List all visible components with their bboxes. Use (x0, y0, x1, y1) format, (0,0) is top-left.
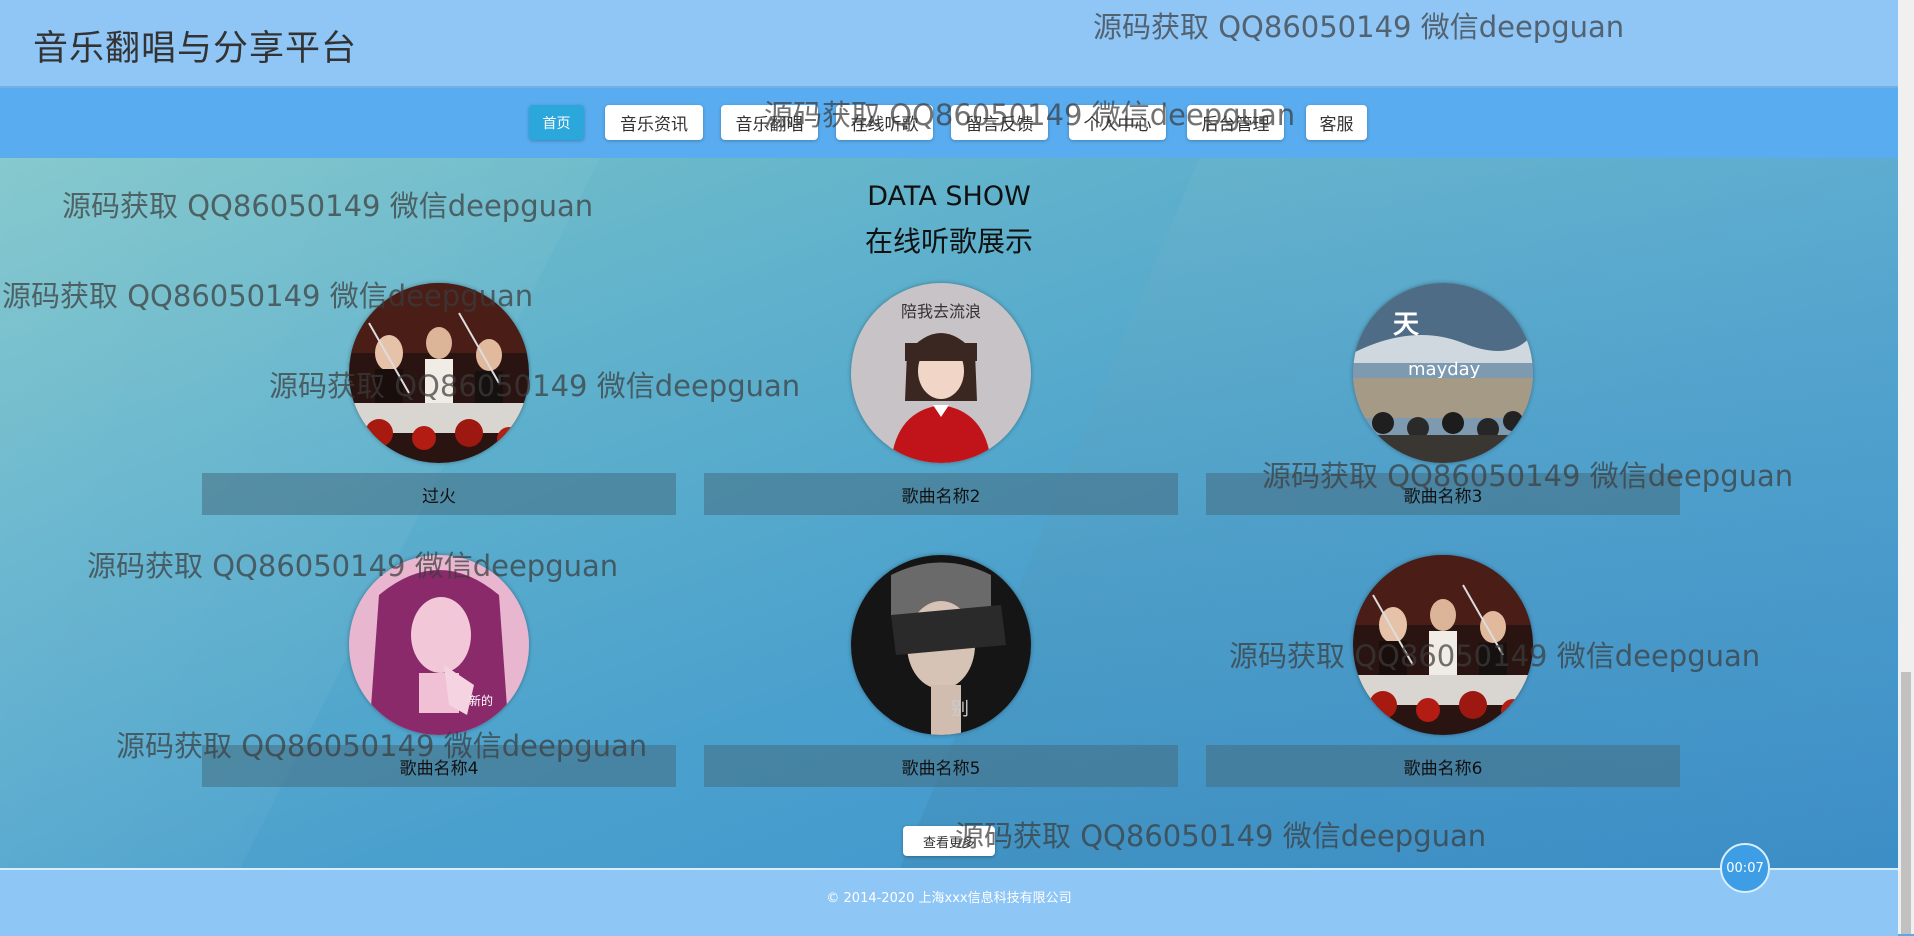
mayday-album-cover-icon[interactable]: 天 mayday (1353, 283, 1533, 463)
nav-feedback[interactable]: 留言反馈 (951, 105, 1048, 140)
female-singer-pink-cover-icon[interactable]: 新的 (349, 555, 529, 735)
svg-text:陪我去流浪: 陪我去流浪 (901, 302, 981, 321)
site-title: 音乐翻唱与分享平台 (33, 29, 358, 69)
section-title-zh: 在线听歌展示 (864, 225, 1033, 258)
svg-text:天: 天 (1393, 310, 1419, 340)
band-drummers-cover-icon[interactable] (1353, 555, 1533, 735)
music-player-timer[interactable]: 00:07 (1720, 843, 1770, 893)
song-name[interactable]: 歌曲名称3 (1206, 473, 1680, 515)
song-name[interactable]: 歌曲名称6 (1206, 745, 1680, 787)
view-more-button[interactable]: 查看更多 (903, 826, 995, 856)
svg-text:新的: 新的 (469, 693, 493, 708)
site-header: 音乐翻唱与分享平台 (0, 0, 1898, 88)
copyright-text: © 2014-2020 上海xxx信息科技有限公司 (826, 891, 1072, 906)
song-name[interactable]: 歌曲名称2 (704, 473, 1178, 515)
band-drummers-cover-icon[interactable] (349, 283, 529, 463)
song-name[interactable]: 歌曲名称5 (704, 745, 1178, 787)
nav-home[interactable]: 首页 (529, 105, 584, 140)
scrollbar-thumb[interactable] (1901, 672, 1911, 934)
main-nav: 首页 音乐资讯 音乐翻唱 在线听歌 留言反馈 个人中心 后台管理 客服 (0, 88, 1898, 158)
nav-music-news[interactable]: 音乐资讯 (605, 105, 703, 140)
svg-text:mayday: mayday (1408, 359, 1481, 380)
site-footer: © 2014-2020 上海xxx信息科技有限公司 (0, 868, 1898, 936)
nav-online-listen[interactable]: 在线听歌 (836, 105, 933, 140)
nav-admin[interactable]: 后台管理 (1187, 105, 1284, 140)
section-title-en: DATA SHOW (867, 181, 1031, 212)
svg-text:别: 别 (951, 699, 969, 720)
nav-music-cover[interactable]: 音乐翻唱 (721, 105, 818, 140)
nav-customer-service[interactable]: 客服 (1306, 105, 1367, 140)
nav-personal-center[interactable]: 个人中心 (1069, 105, 1166, 140)
man-hand-over-eyes-cover-icon[interactable]: 别 (851, 555, 1031, 735)
song-name[interactable]: 过火 (202, 473, 676, 515)
page-scrollbar[interactable] (1898, 0, 1914, 934)
song-name[interactable]: 歌曲名称4 (202, 745, 676, 787)
girl-red-sweater-cover-icon[interactable]: 陪我去流浪 (851, 283, 1031, 463)
